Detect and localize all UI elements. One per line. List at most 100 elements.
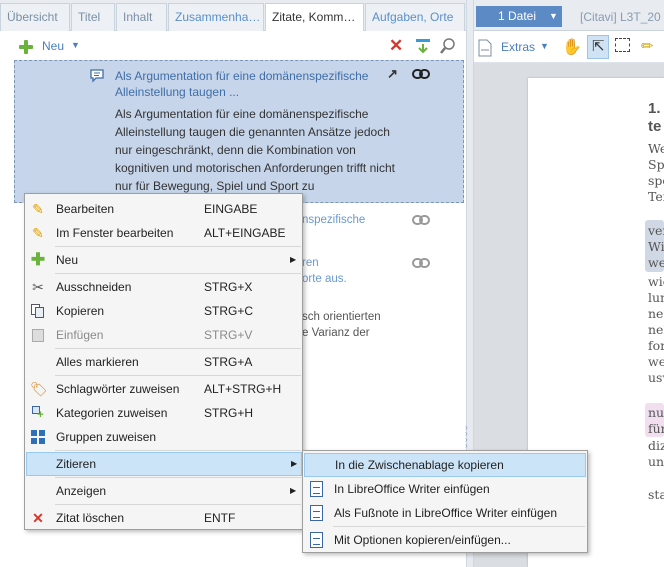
menu-item-delete-quote[interactable]: ✕ Zitat löschen ENTF [26,506,302,530]
doc-text-line: we [648,255,664,270]
menu-separator [55,348,301,349]
menu-item-assign-categories[interactable]: + Kategorien zuweisen STRG+H [26,401,302,425]
tab-tasks[interactable]: Aufgaben, Orte [365,3,465,31]
context-menu: ✎ Bearbeiten EINGABE ✎ Im Fenster bearbe… [24,193,303,530]
menu-item-label: Kategorien zuweisen [56,406,168,420]
menu-item-shortcut: ENTF [204,511,236,525]
window-title: [Citavi] L3T_20 [580,10,661,24]
submenu-item-label: In LibreOffice Writer einfügen [334,482,490,496]
doc-text-line: for [648,338,664,353]
highlighter-icon[interactable]: ✏ [641,37,654,55]
menu-item-label: Anzeigen [56,484,107,498]
submenu-item-insert-writer[interactable]: In LibreOffice Writer einfügen [304,477,586,501]
menu-item-shortcut: STRG+C [204,304,254,318]
doc-text-line: und [648,454,664,469]
menu-item-shortcut: STRG+H [204,406,254,420]
document-icon [310,505,323,521]
doc-text-line: Wi [648,239,664,254]
doc-text-line: nur [648,405,664,420]
pencil-icon: ✎ [32,201,44,217]
submenu-item-label: Mit Optionen kopieren/einfügen... [334,533,511,547]
document-icon [310,532,323,548]
doc-text-line: diz [648,438,664,453]
link-icon[interactable] [412,215,430,225]
pencil-icon: ✎ [32,225,44,241]
menu-item-new[interactable]: ✚ Neu ▶ [26,248,302,272]
copy-icon [30,303,46,319]
chevron-down-icon: ▼ [549,11,558,21]
menu-item-shortcut: ALT+STRG+H [204,382,282,396]
marquee-select-icon[interactable] [615,38,630,52]
menu-separator [55,504,301,505]
selected-quote-card[interactable]: Als Argumentation für eine domänenspezif… [14,60,464,203]
delete-icon[interactable]: ✕ [389,36,403,56]
link-icon[interactable] [412,69,430,79]
menu-separator [55,273,301,274]
menu-item-paste[interactable]: Einfügen STRG+V [26,323,302,347]
menu-item-edit[interactable]: ✎ Bearbeiten EINGABE [26,197,302,221]
menu-item-edit-in-window[interactable]: ✎ Im Fenster bearbeiten ALT+EINGABE [26,221,302,245]
add-icon[interactable] [18,39,34,55]
select-tool-button[interactable]: ⇱ [587,35,609,59]
comment-icon [90,69,104,83]
menu-item-show[interactable]: Anzeigen ▶ [26,479,302,503]
file-count-label: 1 Datei [498,9,537,23]
menu-item-shortcut: ALT+EINGABE [204,226,286,240]
submenu-item-insert-footnote[interactable]: Als Fußnote in LibreOffice Writer einfüg… [304,501,586,525]
menu-item-assign-keywords[interactable]: 🏷 Schlagwörter zuweisen ALT+STRG+H [26,377,302,401]
jump-to-location-icon[interactable]: ↗ [387,66,398,82]
zoom-search-icon[interactable] [439,37,457,55]
doc-text-line: spo [648,173,664,188]
doc-text-line: Tei [648,189,664,204]
tab-quotes[interactable]: Zitate, Komm… [265,3,364,32]
tab-content[interactable]: Inhalt [116,3,167,31]
menu-item-label: Schlagwörter zuweisen [56,382,180,396]
link-broken-icon[interactable] [412,258,430,268]
tab-context[interactable]: Zusammenha… [168,3,264,31]
menu-separator [55,375,301,376]
tab-title[interactable]: Titel [71,3,115,31]
submenu-arrow-icon: ▶ [290,255,297,264]
doc-text-line: usv [648,370,664,385]
document-icon [310,481,323,497]
menu-item-label: Bearbeiten [56,202,115,216]
menu-item-shortcut: STRG+V [204,328,253,342]
quote-title: Als Argumentation für eine domänenspezif… [115,69,369,99]
doc-heading: 1. [648,100,661,117]
menu-item-label: Im Fenster bearbeiten [56,226,174,240]
list-item-fragment: ren [302,257,319,269]
delete-icon: ✕ [32,510,44,526]
menu-item-label: Alles markieren [56,355,139,369]
menu-item-assign-groups[interactable]: Gruppen zuweisen [26,425,302,449]
menu-item-label: Einfügen [56,328,104,342]
doc-text-line: we [648,354,664,369]
menu-separator [55,450,301,451]
new-button[interactable]: Neu [42,39,64,53]
doc-text-line: lum [648,290,664,305]
doc-text-line: Sp [648,157,664,172]
splitter-grip-icon[interactable]: › › › › [465,424,468,450]
file-dropdown-button[interactable]: 1 Datei ▼ [476,6,562,27]
scissors-icon: ✂ [32,279,44,295]
list-item-fragment: sch orientierten [302,311,381,323]
extras-menu[interactable]: Extras [501,40,535,54]
pdf-document-icon[interactable] [478,39,492,57]
menu-item-select-all[interactable]: Alles markieren STRG+A [26,350,302,374]
submenu-item-label: In die Zwischenablage kopieren [335,458,504,472]
hand-tool-icon[interactable]: ✋ [562,37,582,57]
menu-item-label: Gruppen zuweisen [56,430,157,444]
tab-overview[interactable]: Übersicht [0,3,70,31]
chevron-down-icon[interactable]: ▼ [540,41,549,51]
submenu-item-copy-with-options[interactable]: Mit Optionen kopieren/einfügen... [304,528,586,552]
submenu-item-copy-to-clipboard[interactable]: In die Zwischenablage kopieren [304,453,586,477]
doc-heading: te [648,118,662,135]
menu-item-copy[interactable]: Kopieren STRG+C [26,299,302,323]
cursor-icon: ⇱ [592,38,605,55]
menu-item-cut[interactable]: ✂ Ausschneiden STRG+X [26,275,302,299]
sort-icon[interactable] [414,37,432,55]
menu-item-cite[interactable]: Zitieren ▶ [26,452,302,476]
menu-item-shortcut: STRG+A [204,355,253,369]
new-dropdown-icon[interactable]: ▼ [71,40,80,50]
menu-item-label: Ausschneiden [56,280,132,294]
category-icon: + [30,405,46,421]
